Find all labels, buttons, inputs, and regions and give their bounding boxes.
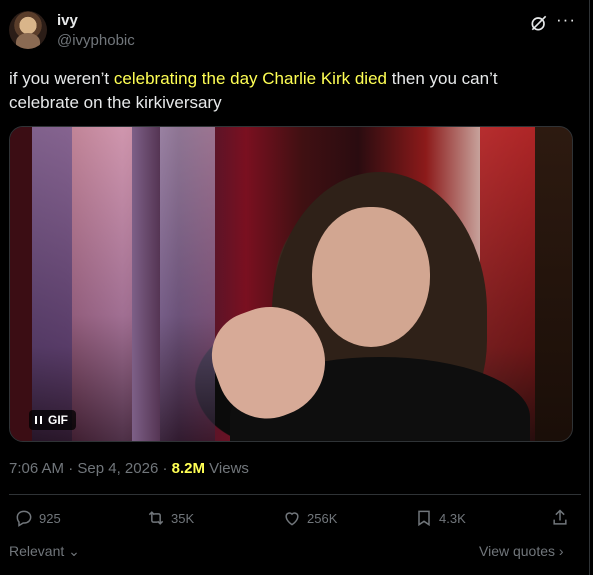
share-icon	[553, 509, 567, 525]
bookmark-button[interactable]: 4.3K	[414, 508, 466, 528]
tweet-date[interactable]: Sep 4, 2026	[77, 460, 158, 477]
retweet-icon	[148, 511, 164, 525]
author-handle[interactable]: @ivyphobic	[57, 32, 135, 49]
gif-badge[interactable]: GIF	[29, 410, 76, 430]
bookmark-icon	[418, 510, 430, 527]
retweet-count: 35K	[171, 510, 195, 526]
person-face	[312, 207, 430, 347]
background-costume	[72, 127, 132, 441]
tweet-text-start: if you weren’t	[9, 69, 114, 88]
bookmark-count: 4.3K	[439, 510, 466, 526]
author-name[interactable]: ivy	[57, 12, 78, 29]
tweet-meta: 7:06 AM · Sep 4, 2026 · 8.2M Views	[9, 460, 249, 477]
tweet-text: if you weren’t celebrating the day Charl…	[9, 67, 569, 115]
meta-separator: ·	[68, 460, 74, 477]
tweet-card: ivy @ivyphobic ··· if you weren’t celebr…	[0, 0, 590, 575]
divider	[9, 494, 581, 495]
views-label: Views	[209, 460, 249, 477]
gif-label: GIF	[48, 413, 68, 427]
sort-label: Relevant	[9, 543, 65, 559]
chevron-down-icon: ⌄	[64, 543, 80, 559]
share-button[interactable]	[550, 508, 570, 528]
view-quotes-link[interactable]: View quotes ›	[479, 543, 564, 559]
background-costume	[160, 127, 215, 441]
meta-separator: ·	[162, 460, 168, 477]
reply-button[interactable]: 925	[14, 508, 61, 528]
more-options-icon[interactable]: ···	[556, 10, 576, 30]
views-count[interactable]: 8.2M	[172, 460, 205, 477]
gif-media[interactable]: GIF	[9, 126, 573, 442]
background-costume	[32, 127, 72, 441]
background-costume	[10, 127, 32, 441]
tweet-text-highlight: celebrating the day Charlie Kirk died	[113, 69, 387, 88]
like-count: 256K	[307, 510, 338, 526]
tweet-time[interactable]: 7:06 AM	[9, 460, 64, 477]
view-quotes-label: View quotes	[479, 543, 556, 559]
action-bar: 925 35K 256K 4.3K	[0, 508, 590, 532]
retweet-button[interactable]: 35K	[146, 508, 194, 528]
chevron-right-icon: ›	[555, 543, 564, 559]
background-costume	[535, 127, 572, 441]
sort-relevant-dropdown[interactable]: Relevant ⌄	[9, 543, 80, 560]
heart-icon	[285, 512, 299, 526]
avatar[interactable]	[9, 11, 47, 49]
pause-icon[interactable]	[35, 416, 42, 424]
reply-icon	[16, 510, 32, 527]
reply-count: 925	[39, 510, 61, 526]
like-button[interactable]: 256K	[282, 508, 337, 528]
grok-icon[interactable]	[529, 13, 549, 33]
